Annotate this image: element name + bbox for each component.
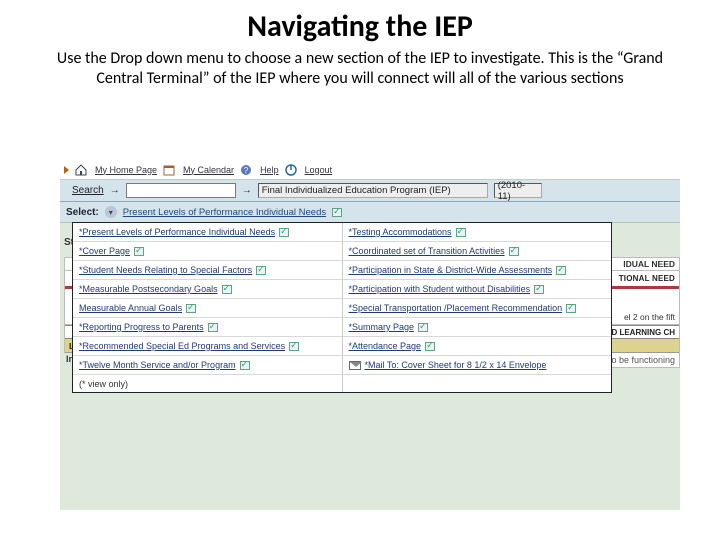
dropdown-item[interactable]: *Reporting Progress to Parents xyxy=(73,318,342,337)
check-icon xyxy=(534,285,544,294)
dropdown-foot-spacer xyxy=(343,375,612,392)
current-section-link[interactable]: Present Levels of Performance Individual… xyxy=(123,207,326,218)
el2-fragment: el 2 on the fift xyxy=(624,312,675,322)
dropdown-item[interactable]: *Testing Accommodations xyxy=(343,223,612,242)
dropdown-item[interactable]: *Attendance Page xyxy=(343,337,612,356)
calendar-link[interactable]: My Calendar xyxy=(183,165,234,175)
check-icon xyxy=(556,266,566,275)
check-icon xyxy=(186,304,196,313)
check-icon xyxy=(222,285,232,294)
dropdown-item[interactable]: *Cover Page xyxy=(73,242,342,261)
dropdown-item[interactable]: *Coordinated set of Transition Activitie… xyxy=(343,242,612,261)
home-icon xyxy=(75,164,87,176)
check-icon xyxy=(208,323,218,332)
check-icon xyxy=(425,342,435,351)
search-row: Search → → Final Individualized Educatio… xyxy=(60,180,680,202)
dropdown-item[interactable]: *Student Needs Relating to Special Facto… xyxy=(73,261,342,280)
dropdown-item[interactable]: *Participation with Student without Disa… xyxy=(343,280,612,299)
slide-subtitle: Use the Drop down menu to choose a new s… xyxy=(40,49,680,89)
dropdown-col-left: *Present Levels of Performance Individua… xyxy=(73,223,342,392)
check-icon xyxy=(289,342,299,351)
logout-link[interactable]: Logout xyxy=(305,165,333,175)
mail-icon xyxy=(349,361,361,370)
slide-title: Navigating the IEP xyxy=(0,8,720,45)
check-icon xyxy=(509,247,519,256)
check-icon xyxy=(566,304,576,313)
dropdown-item[interactable]: *Participation in State & District-Wide … xyxy=(343,261,612,280)
search-input[interactable] xyxy=(126,183,236,198)
top-toolbar: My Home Page My Calendar ? Help Logout xyxy=(60,160,680,180)
search-label[interactable]: Search xyxy=(72,185,104,196)
help-icon: ? xyxy=(240,164,252,176)
calendar-icon xyxy=(163,164,175,176)
dropdown-item-mail[interactable]: *Mail To: Cover Sheet for 8 1/2 x 14 Env… xyxy=(343,356,612,375)
dropdown-item[interactable]: *Summary Page xyxy=(343,318,612,337)
dropdown-footnote: (* view only) xyxy=(73,375,342,392)
year-field: (2010-11) xyxy=(494,183,542,198)
check-icon xyxy=(279,228,289,237)
dropdown-item[interactable]: *Measurable Postsecondary Goals xyxy=(73,280,342,299)
triangle-icon xyxy=(64,166,69,174)
logout-icon xyxy=(285,164,297,176)
help-link[interactable]: Help xyxy=(260,165,279,175)
check-icon xyxy=(240,361,250,370)
dropdown-item[interactable]: Measurable Annual Goals xyxy=(73,299,342,318)
check-icon xyxy=(332,208,342,217)
dropdown-item[interactable]: *Present Levels of Performance Individua… xyxy=(73,223,342,242)
select-row: Select: ▾ Present Levels of Performance … xyxy=(60,202,680,222)
dropdown-col-right: *Testing Accommodations *Coordinated set… xyxy=(342,223,612,392)
program-field: Final Individualized Education Program (… xyxy=(258,183,488,198)
section-dropdown: *Present Levels of Performance Individua… xyxy=(72,222,612,393)
svg-text:?: ? xyxy=(244,166,249,175)
tional-need-fragment: TIONAL NEED xyxy=(619,274,675,283)
dropdown-item[interactable]: *Special Transportation /Placement Recom… xyxy=(343,299,612,318)
check-icon xyxy=(256,266,266,275)
check-icon xyxy=(134,247,144,256)
select-label: Select: xyxy=(66,207,99,218)
check-icon xyxy=(456,228,466,237)
dropdown-item[interactable]: *Recommended Special Ed Programs and Ser… xyxy=(73,337,342,356)
home-link[interactable]: My Home Page xyxy=(95,165,157,175)
arrow-icon-2: → xyxy=(242,185,252,196)
dropdown-item[interactable]: *Twelve Month Service and/or Program xyxy=(73,356,342,375)
check-icon xyxy=(418,323,428,332)
app-screenshot: My Home Page My Calendar ? Help Logout S… xyxy=(60,160,680,510)
dropdown-toggle-icon[interactable]: ▾ xyxy=(105,206,117,218)
arrow-icon: → xyxy=(110,185,120,196)
